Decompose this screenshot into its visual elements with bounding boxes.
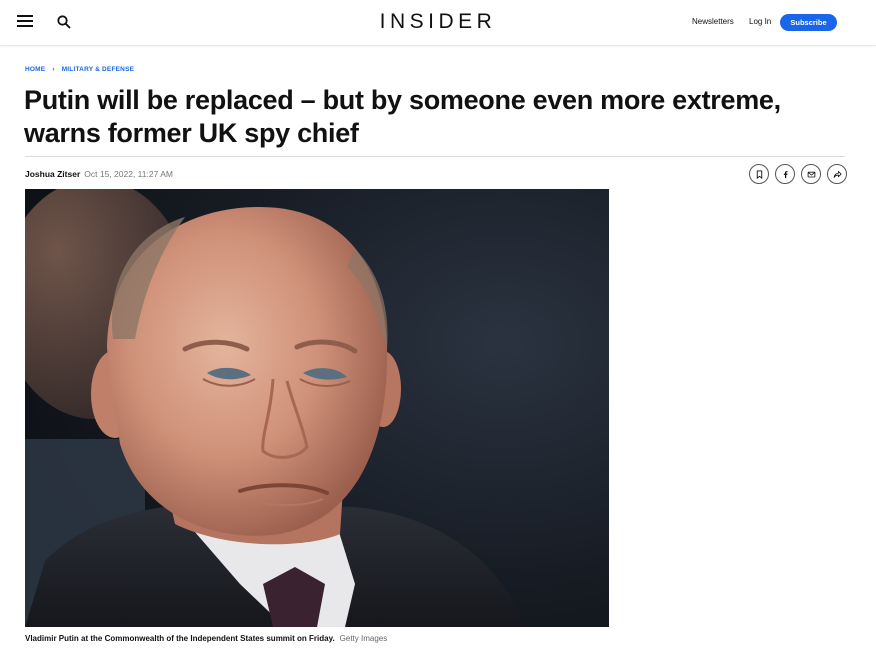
breadcrumb-home[interactable]: HOME [25,66,45,73]
breadcrumb: HOME › MILITARY & DEFENSE [25,66,134,73]
site-header: INSIDER Newsletters Log In Subscribe [0,0,876,46]
byline: Joshua Zitser Oct 15, 2022, 11:27 AM [25,169,173,179]
login-link[interactable]: Log In [749,17,771,26]
menu-icon[interactable] [17,15,33,29]
email-icon[interactable] [801,164,821,184]
bookmark-icon[interactable] [749,164,769,184]
share-toolbar [749,164,847,184]
image-caption: Vladimir Putin at the Commonwealth of th… [25,634,387,643]
newsletters-link[interactable]: Newsletters [692,17,734,26]
caption-text: Vladimir Putin at the Commonwealth of th… [25,634,335,643]
share-icon[interactable] [827,164,847,184]
breadcrumb-section[interactable]: MILITARY & DEFENSE [62,66,134,73]
author-link[interactable]: Joshua Zitser [25,169,80,179]
article-headline: Putin will be replaced – but by someone … [24,85,781,148]
publish-date: Oct 15, 2022, 11:27 AM [84,169,173,179]
facebook-icon[interactable] [775,164,795,184]
article-hero-image [25,189,609,627]
search-icon[interactable] [56,14,72,30]
site-logo[interactable]: INSIDER [340,10,536,34]
image-credit: Getty Images [339,634,388,643]
chevron-right-icon: › [52,66,55,73]
divider [25,156,845,157]
subscribe-button[interactable]: Subscribe [780,14,837,31]
portrait-photo [25,189,609,627]
